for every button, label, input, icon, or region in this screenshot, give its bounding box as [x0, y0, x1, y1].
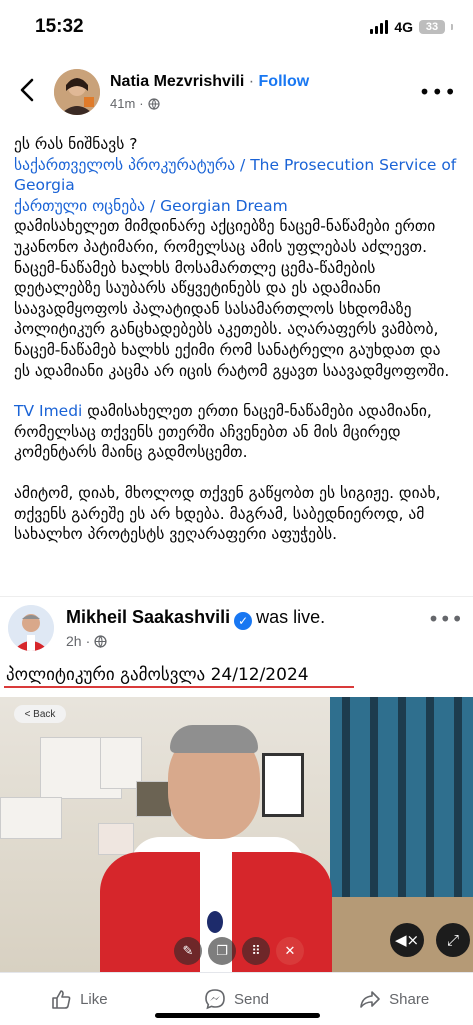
shared-author-line: Mikheil Saakashvili ✓ was live.	[66, 607, 325, 630]
post-paragraph-2: TV Imedi დამისახელეთ ერთი ნაცემ-ნაწამები…	[14, 401, 460, 463]
status-bar: 15:32 4G 33	[0, 0, 473, 58]
globe-icon	[148, 97, 160, 110]
share-label: Share	[389, 990, 430, 1008]
wall-photo	[98, 823, 134, 855]
shared-author-name[interactable]: Mikheil Saakashvili	[66, 607, 230, 627]
tag-tv-imedi[interactable]: TV Imedi	[14, 402, 82, 420]
end-call-icon[interactable]: ✕	[276, 937, 304, 965]
meta-separator: ·	[139, 96, 144, 111]
author-name[interactable]: Natia Mezvrishvili	[110, 73, 244, 90]
video-call-controls: ✎ ❐ ⠿ ✕	[174, 937, 304, 965]
home-indicator	[155, 1013, 320, 1018]
messenger-icon	[205, 989, 225, 1010]
thumbs-up-icon	[52, 990, 71, 1009]
follow-button[interactable]: Follow	[259, 73, 310, 90]
back-arrow-icon[interactable]	[14, 76, 42, 104]
live-status: was live.	[256, 607, 326, 627]
wall-frame	[262, 753, 304, 817]
signal-icon	[370, 20, 389, 34]
author-line: Natia Mezvrishvili · Follow	[110, 73, 309, 91]
video-back-chip: < Back	[14, 705, 66, 723]
post-question: ეს რას ნიშნავს ?	[14, 135, 138, 153]
post-text: ეს რას ნიშნავს ? საქართველოს პროკურატურა…	[14, 134, 460, 545]
like-label: Like	[80, 990, 108, 1008]
mic-off-icon[interactable]: ✎	[174, 937, 202, 965]
author-separator: ·	[248, 73, 255, 90]
screen-share-icon[interactable]: ❐	[208, 937, 236, 965]
wall-photo	[136, 781, 172, 817]
author-avatar[interactable]	[54, 69, 100, 115]
post-meta: 41m ·	[110, 96, 160, 111]
send-label: Send	[233, 990, 270, 1008]
battery-icon: 33	[419, 20, 445, 34]
status-time: 15:32	[35, 16, 84, 37]
shared-meta: 2h ·	[66, 633, 107, 649]
shared-meta-separator: ·	[85, 633, 91, 649]
speaker-pin	[207, 911, 223, 933]
speaker-hair	[170, 725, 258, 753]
shared-more-options-icon[interactable]: •••	[428, 607, 463, 631]
live-title-underline	[4, 686, 354, 688]
share-button[interactable]: Share	[315, 973, 473, 1025]
post-paragraph-1: დამისახელეთ მიმდინარე აქციებზე ნაცემ-ნაწ…	[14, 217, 450, 380]
more-options-icon[interactable]: •••	[419, 80, 457, 104]
post-time[interactable]: 41m	[110, 96, 135, 111]
status-indicators: 4G 33	[370, 19, 453, 35]
shared-author-avatar[interactable]	[8, 605, 54, 651]
video-window	[330, 697, 473, 897]
mute-icon[interactable]: ◀×	[390, 923, 424, 957]
live-video-title: პოლიტიკური გამოსვლა 24/12/2024	[6, 665, 309, 685]
share-arrow-icon	[360, 991, 380, 1008]
battery-tip	[451, 24, 453, 30]
shared-time[interactable]: 2h	[66, 633, 82, 649]
fullscreen-icon[interactable]: ⤢	[436, 923, 470, 957]
verified-badge-icon: ✓	[234, 612, 253, 630]
tag-georgian-dream[interactable]: ქართული ოცნება / Georgian Dream	[14, 196, 460, 217]
globe-icon	[94, 634, 107, 648]
tag-prosecution[interactable]: საქართველოს პროკურატურა / The Prosecutio…	[14, 155, 460, 196]
like-button[interactable]: Like	[0, 973, 158, 1025]
post-header: Natia Mezvrishvili · Follow 41m · •••	[0, 64, 473, 124]
keypad-icon[interactable]: ⠿	[242, 937, 270, 965]
wall-poster	[0, 797, 62, 839]
network-type: 4G	[394, 19, 413, 35]
live-video-player[interactable]: < Back ✎ ❐ ⠿ ✕ ◀× ⤢	[0, 697, 473, 972]
post-paragraph-3: ამიტომ, დიახ, მხოლოდ თქვენ გაწყობთ ეს სი…	[14, 483, 441, 544]
